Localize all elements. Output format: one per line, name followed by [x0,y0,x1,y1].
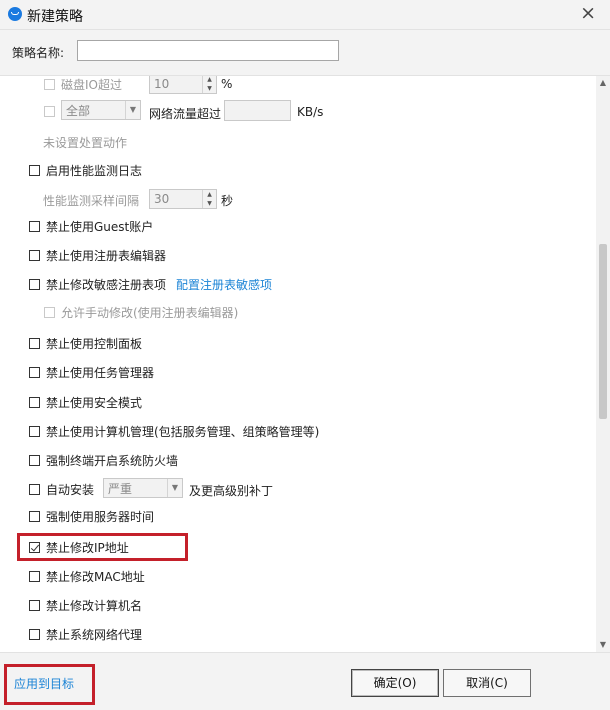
task-manager-row[interactable]: 禁止使用任务管理器 [29,362,154,382]
stepper-up-icon[interactable]: ▲ [203,76,216,84]
sample-interval-stepper[interactable]: 30 ▲ ▼ [149,189,217,209]
safe-mode-checkbox[interactable] [29,396,40,408]
dialog-footer: 应用到目标 确定(O) 取消(C) [0,652,610,710]
reg-sensitive-row[interactable]: 禁止修改敏感注册表项 配置注册表敏感项 [29,274,272,294]
sample-interval-label: 性能监测采样间隔 [43,194,140,208]
disk-io-label: 磁盘IO超过 [61,77,122,92]
auto-install-label: 自动安装 [46,482,95,497]
patch-level-value: 严重 [108,481,133,496]
policy-options-panel: 磁盘IO超过 10 ▲ ▼ % 全部 ▼ 网络流量超过 KB/s 未设置处置动作 … [0,76,596,652]
stepper-down-icon[interactable]: ▼ [203,199,216,208]
mac-row[interactable]: 禁止修改MAC地址 [29,566,145,586]
disk-io-unit: % [221,77,233,91]
computer-name-row[interactable]: 禁止修改计算机名 [29,595,142,615]
reg-sensitive-label: 禁止修改敏感注册表项 [46,277,167,292]
manual-modify-checkbox[interactable] [44,306,55,318]
chevron-down-icon: ▼ [167,479,182,497]
window-title: 新建策略 [27,9,83,25]
patch-level-select[interactable]: 严重 ▼ [103,478,183,498]
network-threshold-input[interactable] [224,100,291,121]
manual-modify-label: 允许手动修改(使用注册表编辑器) [61,305,239,320]
apply-to-target-link[interactable]: 应用到目标 [4,664,95,705]
disk-io-checkbox[interactable] [44,78,55,90]
scroll-down-icon[interactable]: ▼ [596,638,610,652]
network-checkbox[interactable] [44,105,55,117]
proxy-row[interactable]: 禁止系统网络代理 [29,624,142,644]
task-manager-checkbox[interactable] [29,366,40,378]
policy-name-input[interactable] [77,40,339,61]
time-server-row[interactable]: 强制使用服务器时间 [29,506,154,526]
firewall-checkbox[interactable] [29,454,40,466]
policy-name-label: 策略名称: [12,46,65,60]
perf-log-checkbox[interactable] [29,164,40,176]
disk-io-row: 磁盘IO超过 [44,76,122,94]
close-icon[interactable]: × [580,3,596,23]
ok-button[interactable]: 确定(O) [351,669,439,697]
sample-interval-value: 30 [154,192,170,206]
disk-io-value: 10 [154,77,170,91]
network-unit: KB/s [297,105,324,119]
no-action-note: 未设置处置动作 [43,136,128,150]
auto-install-suffix: 及更高级别补丁 [189,484,274,498]
safe-mode-row[interactable]: 禁止使用安全模式 [29,392,142,412]
stepper-up-icon[interactable]: ▲ [203,190,216,199]
firewall-label: 强制终端开启系统防火墙 [46,453,179,468]
stepper-down-icon[interactable]: ▼ [203,84,216,93]
vertical-scrollbar[interactable]: ▲ ▼ [596,76,610,652]
sample-interval-unit: 秒 [221,194,234,208]
time-server-checkbox[interactable] [29,510,40,522]
task-manager-label: 禁止使用任务管理器 [46,365,155,380]
policy-name-bar: 策略名称: [0,30,610,76]
scroll-up-icon[interactable]: ▲ [596,76,610,90]
proxy-label: 禁止系统网络代理 [46,627,143,642]
computer-mgmt-checkbox[interactable] [29,425,40,437]
control-panel-checkbox[interactable] [29,337,40,349]
auto-install-checkbox[interactable] [29,483,40,495]
ip-highlight-box [17,533,188,561]
time-server-label: 强制使用服务器时间 [46,509,155,524]
regedit-label: 禁止使用注册表编辑器 [46,248,167,263]
configure-registry-link[interactable]: 配置注册表敏感项 [176,276,272,293]
safe-mode-label: 禁止使用安全模式 [46,395,143,410]
guest-row[interactable]: 禁止使用Guest账户 [29,216,153,236]
control-panel-row[interactable]: 禁止使用控制面板 [29,333,142,353]
computer-name-label: 禁止修改计算机名 [46,598,143,613]
computer-name-checkbox[interactable] [29,599,40,611]
app-logo-icon [8,7,22,21]
network-row [44,101,61,121]
perf-log-row[interactable]: 启用性能监测日志 [29,160,142,180]
network-label: 网络流量超过 [149,107,222,121]
cancel-button[interactable]: 取消(C) [443,669,531,697]
auto-install-row[interactable]: 自动安装 [29,479,94,499]
network-scope-value: 全部 [66,103,91,118]
mac-label: 禁止修改MAC地址 [46,569,145,584]
computer-mgmt-label: 禁止使用计算机管理(包括服务管理、组策略管理等) [46,424,320,439]
scrollbar-thumb[interactable] [599,244,607,419]
regedit-checkbox[interactable] [29,249,40,261]
reg-sensitive-checkbox[interactable] [29,278,40,290]
network-scope-select[interactable]: 全部 ▼ [61,100,141,120]
computer-mgmt-row[interactable]: 禁止使用计算机管理(包括服务管理、组策略管理等) [29,421,319,441]
chevron-down-icon: ▼ [125,101,140,119]
regedit-row[interactable]: 禁止使用注册表编辑器 [29,245,166,265]
disk-io-stepper[interactable]: 10 ▲ ▼ [149,76,217,94]
manual-modify-row: 允许手动修改(使用注册表编辑器) [44,302,238,322]
mac-checkbox[interactable] [29,570,40,582]
firewall-row[interactable]: 强制终端开启系统防火墙 [29,450,178,470]
title-bar: 新建策略 × [0,0,610,30]
perf-log-label: 启用性能监测日志 [46,163,143,178]
control-panel-label: 禁止使用控制面板 [46,336,143,351]
guest-label: 禁止使用Guest账户 [46,219,154,234]
proxy-checkbox[interactable] [29,628,40,640]
guest-checkbox[interactable] [29,220,40,232]
